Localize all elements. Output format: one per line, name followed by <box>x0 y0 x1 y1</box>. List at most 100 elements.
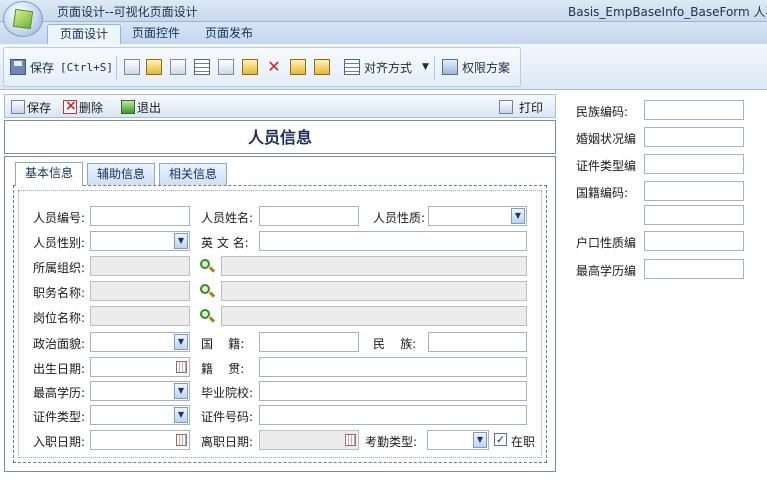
send-to-back-icon <box>314 59 330 75</box>
form-heading: 人员信息 <box>4 120 556 154</box>
side-blank-input[interactable] <box>644 205 744 225</box>
tab-page-publish[interactable]: 页面发布 <box>193 24 265 44</box>
properties-icon <box>146 59 162 75</box>
align-dropdown[interactable]: 对齐方式 ▼ <box>344 56 429 78</box>
on-duty-checkbox[interactable]: ✓ <box>494 433 507 446</box>
form-toolbar: 保存 删除 退出 打印 <box>4 94 556 118</box>
ribbon-tabs: 页面设计 页面控件 页面发布 <box>0 22 767 44</box>
side-hukou-input[interactable] <box>644 231 744 251</box>
chevron-down-icon: ▼ <box>174 407 188 423</box>
side-label-hukou: 户口性质编 <box>576 236 637 250</box>
politics-select[interactable]: ▼ <box>90 332 190 352</box>
form-delete-label: 删除 <box>79 100 104 115</box>
ribbon-save-shortcut: [Ctrl+S] <box>60 60 113 74</box>
tab-order-icon <box>124 59 140 75</box>
label-cert-no: 证件号码: <box>201 410 254 424</box>
gender-select[interactable]: ▼ <box>90 231 190 251</box>
ribbon-group: 保存 [Ctrl+S] ✕ 对齐方式 ▼ 权限方案 <box>3 47 521 87</box>
form-save-button[interactable]: 保存 <box>11 98 51 116</box>
paste-button[interactable] <box>242 56 258 78</box>
label-emp-nature: 人员性质: <box>373 211 426 225</box>
label-politics: 政治面貌: <box>33 337 86 351</box>
window-title: 页面设计--可视化页面设计 <box>57 5 198 19</box>
chevron-down-icon: ▼ <box>511 208 525 224</box>
attendance-type-select[interactable]: ▼ <box>427 430 489 450</box>
delete-button[interactable]: ✕ <box>266 56 282 78</box>
duty-lookup-button[interactable] <box>199 283 216 299</box>
ribbon-save-button[interactable]: 保存 [Ctrl+S] <box>10 56 113 78</box>
form-print-label: 打印 <box>519 100 544 115</box>
app-logo-icon <box>12 8 34 30</box>
org-lookup-button[interactable] <box>199 258 216 274</box>
permission-icon <box>442 59 458 75</box>
chevron-down-icon: ▼ <box>422 62 429 72</box>
ethnic-input[interactable] <box>428 332 527 352</box>
bring-front-button[interactable] <box>290 56 306 78</box>
nationality-input[interactable] <box>259 332 359 352</box>
form-print-button[interactable]: 打印 <box>499 98 543 116</box>
exit-icon <box>121 100 135 114</box>
calendar-icon[interactable] <box>176 434 187 446</box>
emp-name-input[interactable] <box>259 206 359 226</box>
save-icon <box>10 59 26 75</box>
side-marital-input[interactable] <box>644 127 744 147</box>
tool-button-3[interactable] <box>170 56 186 78</box>
post-lookup-button[interactable] <box>199 308 216 324</box>
form-name: Basis_EmpBaseInfo_BaseForm 人事 <box>568 5 767 19</box>
delete-icon <box>63 98 77 114</box>
org-code-input <box>90 256 190 276</box>
birthday-date-input[interactable] <box>90 357 190 377</box>
school-input[interactable] <box>259 381 527 401</box>
cert-type-select[interactable]: ▼ <box>90 405 190 425</box>
ribbon-toolbar: 保存 [Ctrl+S] ✕ 对齐方式 ▼ 权限方案 <box>0 44 767 90</box>
label-ethnic: 民 族: <box>373 337 417 351</box>
calendar-icon[interactable] <box>176 361 187 373</box>
side-education-code-input[interactable] <box>644 259 744 279</box>
tool-button-2[interactable] <box>146 56 162 78</box>
emp-no-input[interactable] <box>90 206 190 226</box>
side-label-nationality-code: 国籍编码: <box>576 186 629 200</box>
join-date-input[interactable] <box>90 430 190 450</box>
tab-page-design[interactable]: 页面设计 <box>47 24 122 44</box>
tab-related-info[interactable]: 相关信息 <box>159 163 228 185</box>
form-panel: 基本信息 辅助信息 相关信息 人员编号: 人员姓名: 人员性质: ▼ 人员性别:… <box>4 156 556 472</box>
label-cert-type: 证件类型: <box>33 410 86 424</box>
form-content: 人员编号: 人员姓名: 人员性质: ▼ 人员性别: ▼ 英 文 名: 所属组织:… <box>13 185 547 463</box>
emp-nature-select[interactable]: ▼ <box>428 206 527 226</box>
tab-basic-info[interactable]: 基本信息 <box>15 162 84 186</box>
duty-name-input <box>221 281 527 301</box>
print-icon <box>499 100 513 114</box>
side-cert-type-code-input[interactable] <box>644 154 744 174</box>
label-on-duty: 在职 <box>511 435 536 449</box>
app-menu-button[interactable] <box>3 1 43 37</box>
copy-button[interactable] <box>218 56 234 78</box>
delete-icon: ✕ <box>267 57 281 76</box>
chevron-down-icon: ▼ <box>174 334 188 350</box>
tab-aux-info[interactable]: 辅助信息 <box>87 163 156 185</box>
label-join-date: 入职日期: <box>33 435 86 449</box>
send-back-button[interactable] <box>314 56 330 78</box>
form-exit-button[interactable]: 退出 <box>121 98 161 116</box>
side-nationality-code-input[interactable] <box>644 181 744 201</box>
side-ethnic-code-input[interactable] <box>644 100 744 120</box>
english-name-input[interactable] <box>259 231 527 251</box>
bring-to-front-icon <box>290 59 306 75</box>
tab-page-controls[interactable]: 页面控件 <box>120 24 192 44</box>
label-english-name: 英 文 名: <box>201 236 249 250</box>
native-place-input[interactable] <box>259 357 527 377</box>
label-duty: 职务名称: <box>33 286 86 300</box>
side-label-education-code: 最高学历编 <box>576 264 637 278</box>
label-education: 最高学历: <box>33 386 86 400</box>
tool-button-4[interactable] <box>194 56 210 78</box>
leave-date-input <box>259 430 359 450</box>
side-label-marital: 婚姻状况编 <box>576 132 637 146</box>
permission-button[interactable]: 权限方案 <box>442 56 510 78</box>
title-bar: 页面设计--可视化页面设计 Basis_EmpBaseInfo_BaseForm… <box>0 0 767 22</box>
education-select[interactable]: ▼ <box>90 381 190 401</box>
tool-button-1[interactable] <box>124 56 140 78</box>
form-delete-button[interactable]: 删除 <box>63 98 103 116</box>
cert-no-input[interactable] <box>259 405 527 425</box>
post-name-input <box>221 306 527 326</box>
label-attendance-type: 考勤类型: <box>365 435 418 449</box>
form-grid: 人员编号: 人员姓名: 人员性质: ▼ 人员性别: ▼ 英 文 名: 所属组织:… <box>18 190 542 458</box>
